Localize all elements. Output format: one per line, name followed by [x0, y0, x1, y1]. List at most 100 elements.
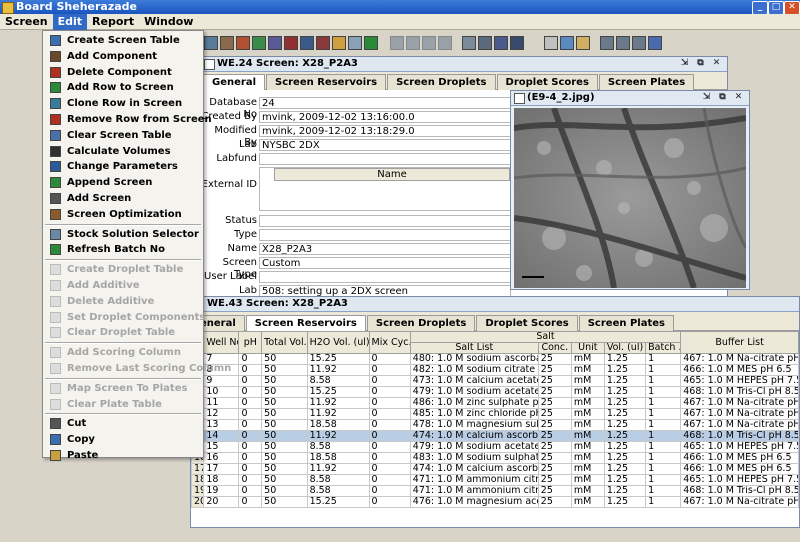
menu-edit[interactable]: Edit: [52, 14, 88, 30]
table-cell[interactable]: 0: [238, 452, 263, 464]
toolbar-copy-icon[interactable]: [560, 36, 574, 50]
table-cell[interactable]: 1: [645, 419, 682, 431]
toolbar-droplet-icon[interactable]: [438, 36, 452, 50]
menu-item-paste[interactable]: Paste: [43, 448, 203, 463]
table-cell[interactable]: 0: [238, 441, 263, 453]
table-cell[interactable]: 1.25: [603, 496, 647, 508]
table-cell[interactable]: 1.25: [603, 364, 647, 376]
table-cell[interactable]: mM: [570, 397, 605, 409]
table-cell[interactable]: 0: [238, 419, 263, 431]
col-unit[interactable]: Unit: [570, 342, 605, 354]
table-cell[interactable]: 1: [645, 474, 682, 486]
col-batch[interactable]: Batch ...: [645, 342, 682, 354]
table-cell[interactable]: 0: [368, 474, 411, 486]
table-cell[interactable]: 50: [261, 419, 308, 431]
table-cell[interactable]: mM: [570, 375, 605, 387]
toolbar-map-plates-icon[interactable]: [494, 36, 508, 50]
table-cell[interactable]: 1.25: [603, 375, 647, 387]
table-cell[interactable]: 50: [261, 474, 308, 486]
toolbar-clear-table-icon[interactable]: [300, 36, 314, 50]
close-button[interactable]: ✕: [784, 1, 800, 15]
table-cell[interactable]: 0: [368, 485, 411, 497]
maximize-button[interactable]: □: [768, 1, 784, 15]
toolbar-column-icon[interactable]: [462, 36, 476, 50]
table-cell[interactable]: 19: [203, 485, 240, 497]
table-cell[interactable]: 0: [238, 485, 263, 497]
type-field[interactable]: [259, 229, 511, 241]
table-cell[interactable]: 15.25: [306, 496, 370, 508]
table-cell[interactable]: 1: [645, 397, 682, 409]
table-cell[interactable]: 0: [368, 496, 411, 508]
table-cell[interactable]: 1: [645, 441, 682, 453]
table-cell[interactable]: mM: [570, 485, 605, 497]
table-cell[interactable]: 0: [238, 463, 263, 475]
toolbar-create-table-icon[interactable]: [204, 36, 218, 50]
table-row[interactable]: 171705011.920474: 1.0 M calcium ascorbat…: [191, 463, 799, 475]
table-cell[interactable]: 468: 1.0 M Tris-Cl pH 8.5: [680, 430, 799, 442]
table-cell[interactable]: mM: [570, 386, 605, 398]
table-cell[interactable]: 486: 1.0 M zinc sulphate pH ...: [409, 397, 539, 409]
toolbar-window-icon[interactable]: [648, 36, 662, 50]
table-cell[interactable]: 11.92: [306, 430, 370, 442]
table-cell[interactable]: 50: [261, 441, 308, 453]
table-cell[interactable]: 1.25: [603, 452, 647, 464]
toolbar-grid-icon[interactable]: [616, 36, 630, 50]
table-cell[interactable]: 9: [203, 375, 240, 387]
table-cell[interactable]: 11.92: [306, 408, 370, 420]
maximize-icon[interactable]: ⧉: [717, 92, 728, 103]
menu-item-clear-droplet-table[interactable]: Clear Droplet Table: [43, 325, 203, 340]
table-cell[interactable]: mM: [570, 408, 605, 420]
table-row[interactable]: 805011.920482: 1.0 M sodium citrate p...…: [191, 364, 799, 376]
menu-item-add-component[interactable]: Add Component: [43, 49, 203, 64]
table-cell[interactable]: 8.58: [306, 485, 370, 497]
table-cell[interactable]: 50: [261, 353, 308, 365]
table-row[interactable]: 18180508.580471: 1.0 M ammonium citrat..…: [191, 474, 799, 486]
table-cell[interactable]: 1: [645, 496, 682, 508]
table-cell[interactable]: 50: [261, 452, 308, 464]
col-h2o-vol[interactable]: H2O Vol. (ul): [306, 331, 370, 354]
table-cell[interactable]: 25: [537, 375, 572, 387]
table-cell[interactable]: 50: [261, 430, 308, 442]
table-row[interactable]: 1005015.250479: 1.0 M sodium acetate p..…: [191, 386, 799, 398]
menu-item-remove-last-scoring-column[interactable]: Remove Last Scoring Column: [43, 361, 231, 376]
tab-screen-droplets[interactable]: Screen Droplets: [387, 74, 496, 90]
table-cell[interactable]: 0: [368, 452, 411, 464]
table-cell[interactable]: 1.25: [603, 485, 647, 497]
table-cell[interactable]: 0: [368, 364, 411, 376]
toolbar-add-component-icon[interactable]: [220, 36, 234, 50]
table-cell[interactable]: 1: [645, 364, 682, 376]
toolbar-flask-icon[interactable]: [348, 36, 362, 50]
table-cell[interactable]: 0: [238, 397, 263, 409]
table-cell[interactable]: 20: [203, 496, 240, 508]
table-cell[interactable]: 1.25: [603, 386, 647, 398]
table-row[interactable]: 202005015.250476: 1.0 M magnesium acet..…: [191, 496, 799, 508]
menu-item-add-additive[interactable]: Add Additive: [43, 278, 203, 293]
table-cell[interactable]: 466: 1.0 M MES pH 6.5: [680, 364, 799, 376]
toolbar-cascade-icon[interactable]: [632, 36, 646, 50]
table-cell[interactable]: 468: 1.0 M Tris-Cl pH 8.5: [680, 485, 799, 497]
close-icon[interactable]: ✕: [733, 92, 744, 103]
table-cell[interactable]: 471: 1.0 M ammonium citrat...: [409, 485, 539, 497]
table-cell[interactable]: 0: [368, 353, 411, 365]
table-cell[interactable]: 0: [238, 386, 263, 398]
table-cell[interactable]: 0: [238, 353, 263, 365]
external-id-table[interactable]: Name: [259, 167, 511, 211]
menu-item-create-droplet-table[interactable]: Create Droplet Table: [43, 262, 203, 277]
table-cell[interactable]: 465: 1.0 M HEPES pH 7.5: [680, 375, 799, 387]
table-cell[interactable]: 25: [537, 496, 572, 508]
col-ph[interactable]: pH: [238, 331, 263, 354]
tab-general[interactable]: General: [203, 74, 265, 90]
table-cell[interactable]: 50: [261, 364, 308, 376]
table-cell[interactable]: 11.92: [306, 364, 370, 376]
col-mix-cycles[interactable]: Mix Cyc...: [368, 331, 411, 354]
table-cell[interactable]: 50: [261, 485, 308, 497]
table-cell[interactable]: 0: [368, 397, 411, 409]
table-cell[interactable]: 25: [537, 397, 572, 409]
table-cell[interactable]: 25: [537, 474, 572, 486]
table-cell[interactable]: 18: [203, 474, 240, 486]
modified-by-field[interactable]: mvink, 2009-12-02 13:18:29.0: [259, 125, 511, 137]
table-row[interactable]: 705015.250480: 1.0 M sodium ascorbat...2…: [191, 353, 799, 365]
table-cell[interactable]: 1.25: [603, 474, 647, 486]
table-cell[interactable]: 1.25: [603, 430, 647, 442]
table-cell[interactable]: 11.92: [306, 463, 370, 475]
